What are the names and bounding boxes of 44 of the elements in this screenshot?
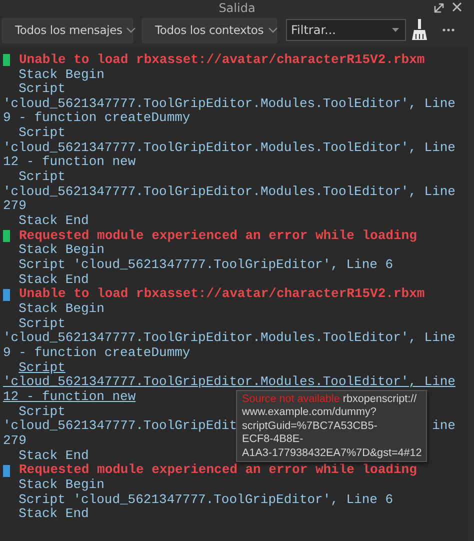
stack-trace-line: 279 [3, 199, 26, 214]
stack-trace-line: Script [18, 404, 66, 420]
stack-trace-line: Script 'cloud_5621347777.ToolGripEditor', Line 6 [18, 492, 394, 508]
stack-trace-line: 'cloud_5621347777.ToolGripEditor.Modules.ToolEditor', Line [3, 331, 456, 346]
stack-trace-line: Stack Begin [18, 243, 104, 258]
stack-trace-line: 'cloud_5621347777.ToolGripEditor.Modules.ToolEditor', Line [3, 96, 456, 112]
error-message: Unable to load rbxasset://avatar/characterR15V2.rbxm [19, 52, 425, 68]
stack-trace-line: Script [18, 170, 66, 185]
context-filter-dropdown[interactable]: Todos los contextos [142, 18, 277, 43]
message-filter-dropdown[interactable]: Todos los mensajes [2, 18, 133, 43]
stack-trace-line: Script 'cloud_5621347777.ToolGripEditor', Line 6 [18, 258, 394, 273]
stack-trace-line: 'cloud_5621347777.ToolGripEditor.Modules.ToolEditor', Line [3, 184, 456, 200]
error-message: Unable to load rbxasset://avatar/characterR15V2.rbxm [19, 287, 425, 302]
stack-trace-line: 'cloud_5621347777.ToolGripEditor.Modules.ToolEditor', Line [3, 140, 456, 156]
stack-trace-link[interactable]: 'cloud_5621347777.ToolGripEditor.Modules.ToolEditor', Line [3, 375, 456, 390]
chevron-down-icon [268, 27, 278, 34]
filter-field[interactable]: Filtrar... [286, 19, 406, 42]
stack-trace-link[interactable]: Script [3, 360, 66, 376]
close-icon[interactable] [452, 2, 462, 12]
chevron-down-icon [126, 27, 136, 34]
stack-trace-line: 'cloud_5621347777.ToolGripEdit [3, 419, 238, 434]
stack-trace-line: Script [18, 82, 66, 97]
stack-trace-line: Stack End [18, 507, 89, 522]
stack-trace-line: Stack End [18, 448, 89, 464]
stack-trace-line: Stack End [18, 272, 89, 288]
stack-trace-line: ine [432, 419, 456, 434]
stack-trace-line: Stack Begin [18, 68, 104, 82]
stack-trace-line: Script [18, 126, 66, 141]
stack-trace-line: Stack Begin [18, 302, 104, 317]
error-message: Requested module experienced an error while loading [19, 463, 417, 478]
error-message: Requested module experienced an error while loading [19, 228, 417, 244]
stack-trace-line: Stack Begin [18, 478, 104, 493]
stack-trace-line: Stack End [18, 214, 89, 229]
stack-trace-line: Script [18, 316, 66, 332]
stack-trace-line: 12 - function new [3, 155, 136, 170]
stack-trace-link[interactable]: 12 - function new [3, 390, 136, 405]
tooltip-text: Source not available rbxopenscript:// www.example.com/dummy? scriptGuid=%7BC7A53CB5- ECF8-4B8E- A1A3-177938432EA7%7D&gst=4#12 [242, 392, 422, 460]
broom-icon[interactable] [411, 19, 428, 42]
window-title: Salida [218, 1, 256, 16]
undock-icon[interactable] [434, 2, 445, 13]
stack-trace-line: 279 [3, 434, 26, 449]
stack-trace-line: 9 - function createDummy [3, 346, 190, 361]
stack-trace-line: 9 - function createDummy [3, 111, 190, 126]
more-icon[interactable] [442, 28, 455, 32]
